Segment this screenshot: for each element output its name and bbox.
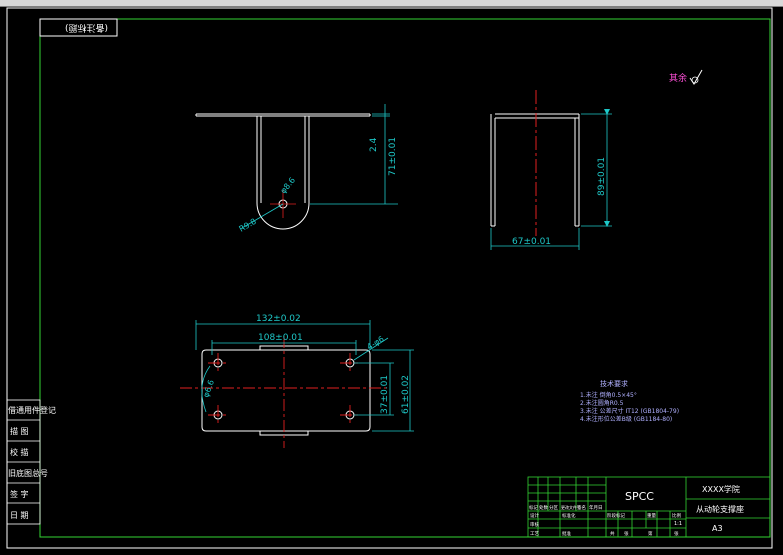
dim-a-height: 71±0.01 [388, 137, 398, 176]
tech-req-title: 技术要求 [600, 379, 628, 388]
tech-req-line-2: 2.未注圆角R0.5 [580, 399, 624, 407]
roughness-mark: 其余 [669, 72, 687, 84]
tb-material: SPCC [625, 490, 654, 503]
tb-part-name: 从动轮支撑座 [696, 504, 744, 514]
tb-design: 设计 [530, 512, 539, 519]
stamp-4: 旧底图总号 [8, 468, 48, 478]
stamp-2: 描 图 [10, 426, 29, 436]
tb-approve: 批准 [562, 530, 571, 537]
stamp-3: 校 描 [10, 447, 29, 457]
tb-sheet-4: 张 [674, 530, 679, 537]
dim-a-top: 2.4 [369, 137, 379, 152]
tb-scale: 1:1 [674, 521, 682, 527]
part-c-view [201, 345, 371, 436]
tb-weight-label: 重量 [647, 512, 656, 519]
stamp-6: 日 期 [10, 511, 29, 520]
tb-sheet-2: 张 [624, 530, 629, 537]
stamp-5: 签 字 [10, 489, 29, 499]
tech-req-line-4: 4.未注形位公差B级 (GB1184-80) [580, 415, 672, 423]
tb-row-count: 处数 [539, 504, 548, 511]
cad-drawing: (备注标题) 其余 2.4 71±0.01 φ8.6 R9.8 89±0.01 … [6, 7, 773, 549]
tb-check: 审核 [530, 521, 539, 528]
tb-row-mark: 标记 [529, 504, 538, 511]
dim-c-height: 61±0.02 [401, 375, 411, 414]
tb-school: XXXX学院 [702, 484, 740, 494]
tb-stage-label: 阶段标记 [607, 512, 625, 519]
left-stamp-column [6, 399, 41, 525]
tb-sheet-3: 第 [648, 530, 653, 537]
drawing-inner-frame [39, 18, 771, 538]
corner-label: (备注标题) [65, 22, 108, 34]
dim-a-outer: R9.8 [238, 217, 258, 234]
tech-req-line-1: 1.未注 倒角0.5×45° [580, 391, 637, 399]
tech-req-line-3: 3.未注 公差尺寸 IT12 (GB1804-79) [580, 407, 679, 415]
dim-c-hole-dia-2: φ6.6 [201, 379, 216, 399]
tb-row-date: 年月日 [589, 504, 603, 511]
dim-c-overall: 132±0.02 [256, 314, 301, 324]
dim-c-hole-dia: 4-φ6 [365, 334, 385, 351]
dim-b-width: 67±0.01 [512, 237, 551, 247]
tb-row-sign: 签名 [577, 504, 586, 511]
tb-row-zone: 分区 [549, 504, 558, 511]
dim-c-holes: 108±0.01 [258, 333, 303, 343]
dim-a-inner: φ8.6 [279, 176, 297, 196]
drawing-border [6, 7, 773, 549]
dim-c-pitch: 37±0.01 [380, 375, 390, 414]
tb-sheet-1: 共 [610, 530, 615, 537]
dim-b-height: 89±0.01 [597, 157, 607, 196]
tb-process: 工艺 [530, 531, 539, 537]
part-b-view [490, 113, 580, 227]
tb-scale-label: 比例 [672, 512, 681, 519]
stamp-1: 借通用件登记 [8, 405, 56, 415]
tb-std: 标准化 [562, 512, 576, 519]
tb-sheet-size: A3 [712, 524, 723, 533]
